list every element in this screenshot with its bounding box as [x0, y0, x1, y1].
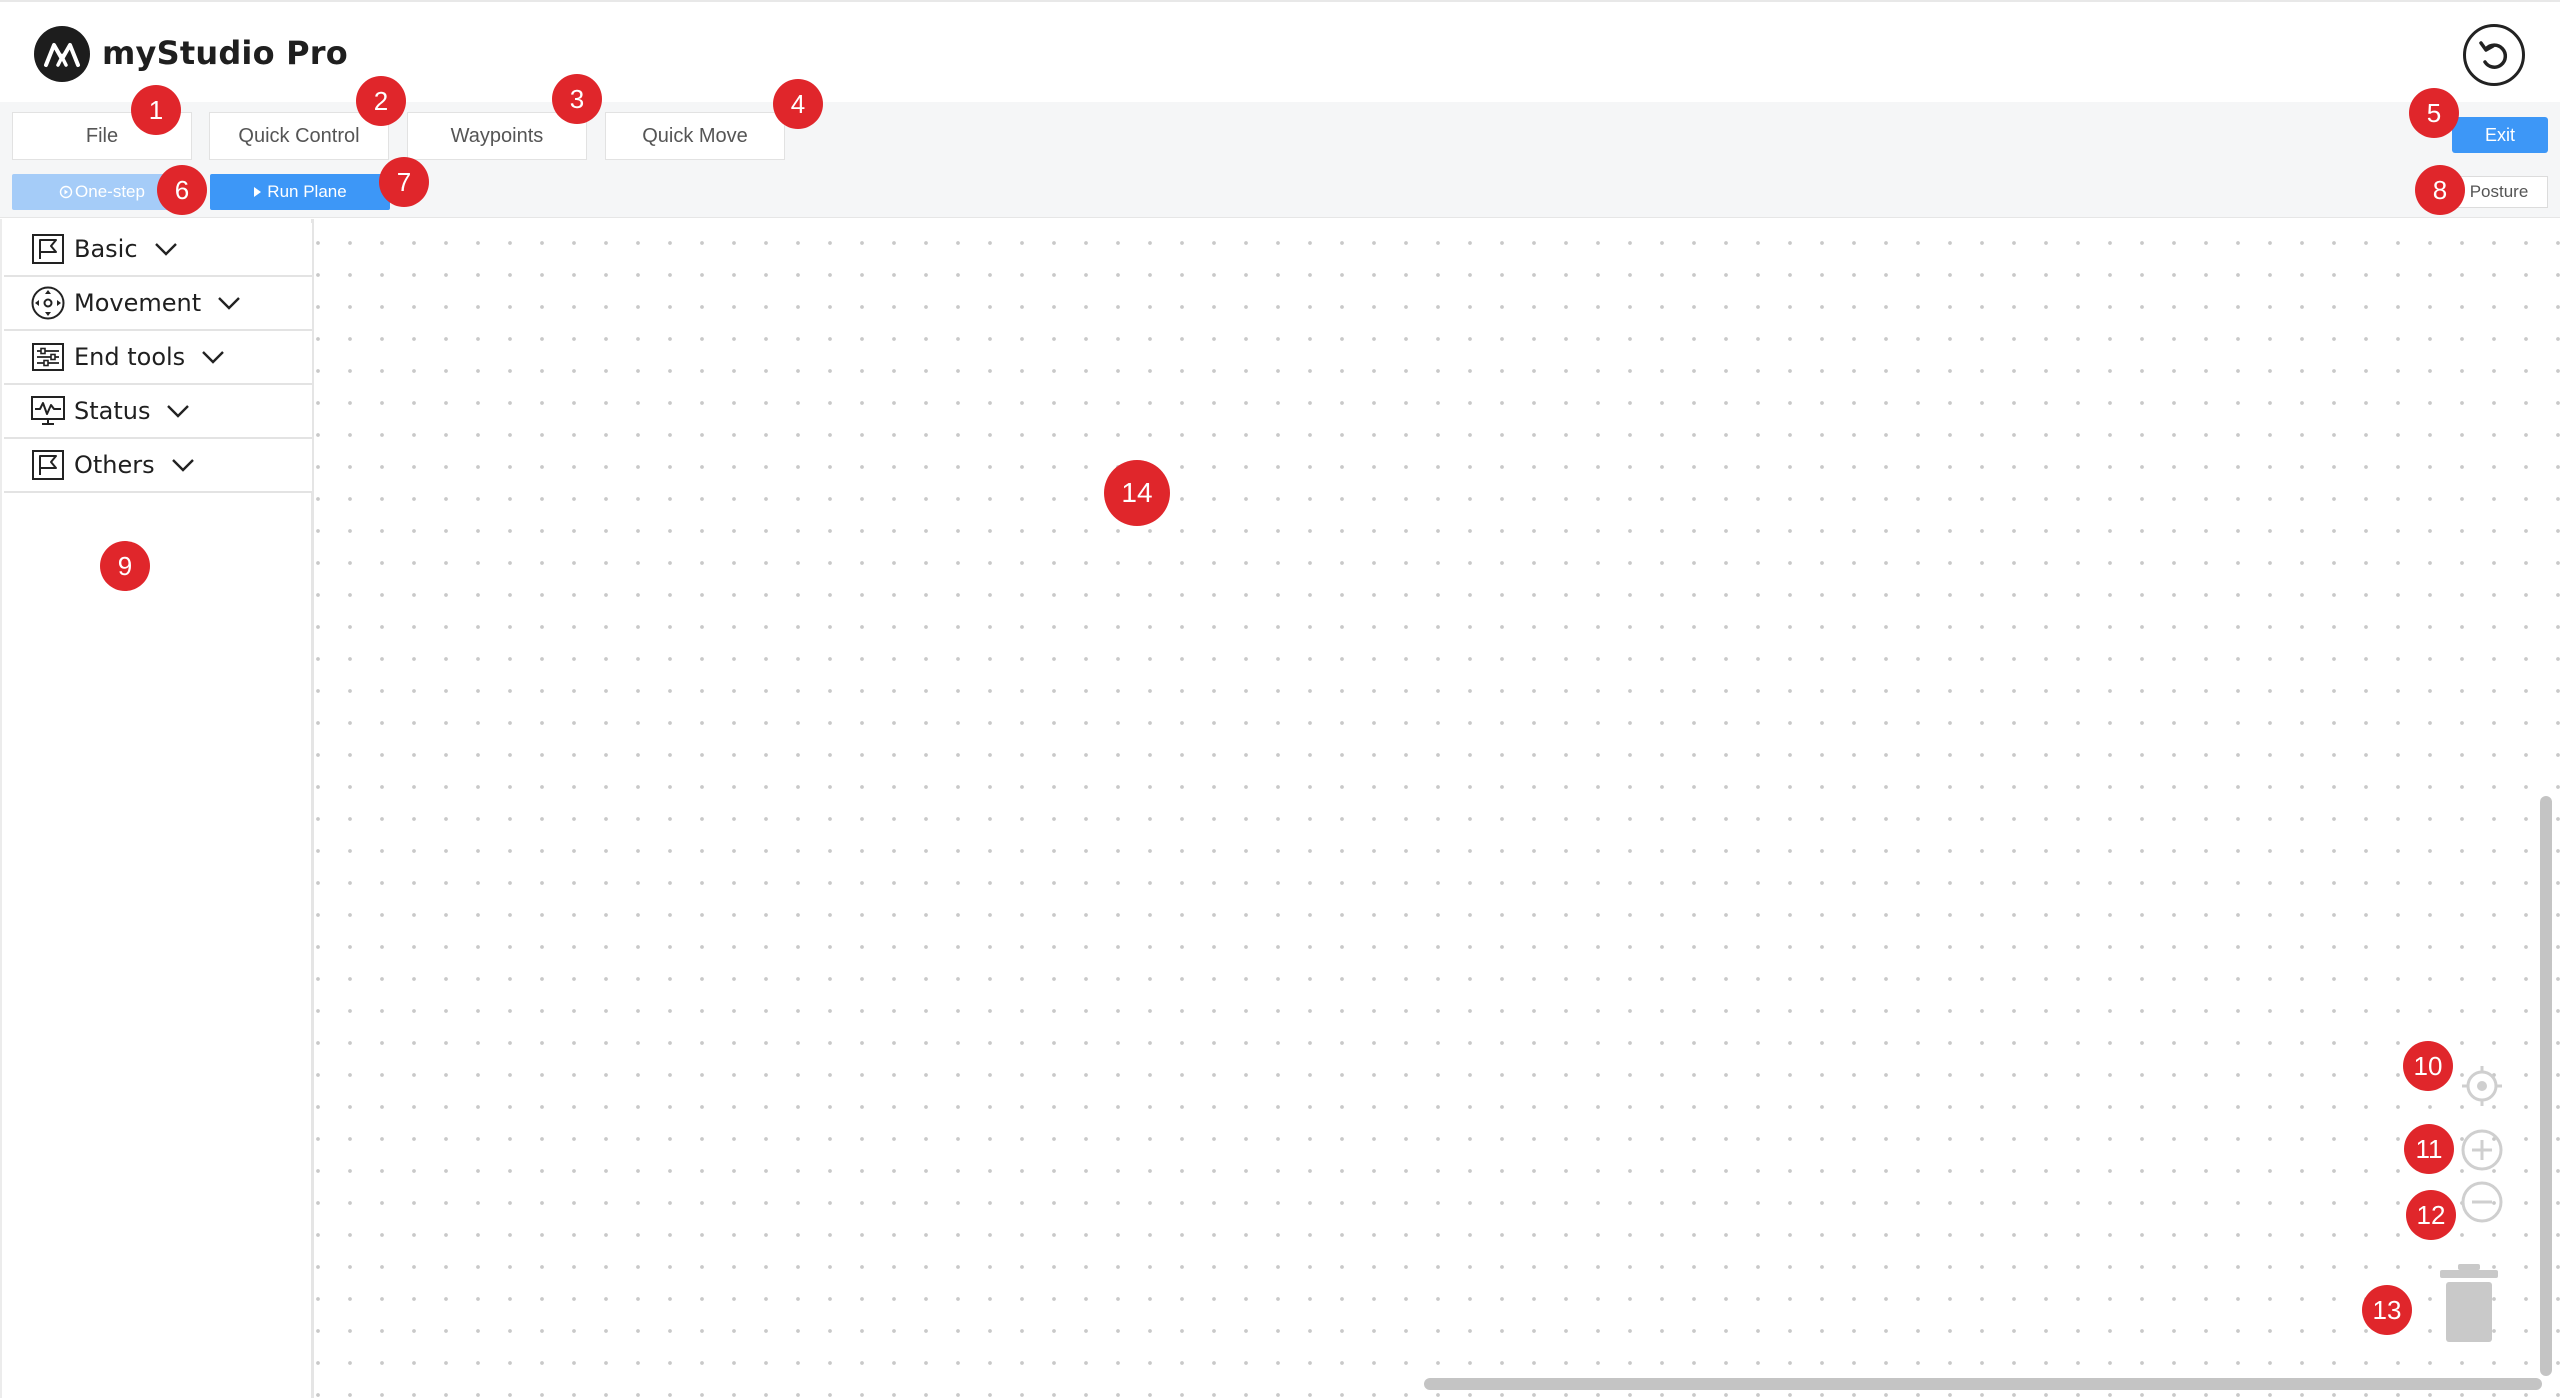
annotation-badge: 6 — [157, 165, 207, 215]
block-category-sidebar: Basic Movement End tools Status Others — [0, 219, 314, 1398]
category-basic[interactable]: Basic — [4, 223, 312, 277]
exit-button[interactable]: Exit — [2452, 117, 2548, 153]
chevron-down-icon — [201, 347, 229, 367]
one-step-label: One-step — [75, 182, 145, 201]
app-logo — [34, 26, 90, 82]
undo-icon — [2479, 41, 2508, 69]
annotation-badge: 12 — [2406, 1190, 2456, 1240]
annotation-badge: 13 — [2362, 1285, 2412, 1335]
annotation-badge: 8 — [2415, 165, 2465, 215]
category-end-tools[interactable]: End tools — [4, 331, 312, 385]
annotation-badge: 5 — [2409, 88, 2459, 138]
chevron-down-icon — [154, 239, 182, 259]
annotation-badge: 1 — [131, 85, 181, 135]
monitor-wave-icon — [30, 393, 66, 429]
annotation-badge: 11 — [2404, 1124, 2454, 1174]
category-label: Movement — [74, 289, 202, 317]
annotation-badge: 14 — [1104, 460, 1170, 526]
undo-button[interactable] — [2463, 24, 2525, 86]
annotation-badge: 3 — [552, 74, 602, 124]
run-plane-label: Run Plane — [267, 182, 347, 201]
vertical-scrollbar[interactable] — [2540, 796, 2552, 1376]
app-title: myStudio Pro — [102, 34, 348, 72]
app-window: myStudio Pro File Quick Control Waypoint… — [0, 0, 2560, 1398]
tab-quick-control[interactable]: Quick Control — [209, 112, 389, 160]
category-movement[interactable]: Movement — [4, 277, 312, 331]
chevron-down-icon — [217, 293, 245, 313]
chevron-down-icon — [166, 401, 194, 421]
tab-waypoints[interactable]: Waypoints — [407, 112, 587, 160]
annotation-badge: 9 — [100, 541, 150, 591]
center-target-icon — [2462, 1066, 2502, 1106]
zoom-in-button[interactable] — [2460, 1128, 2504, 1172]
trash-bin[interactable] — [2436, 1262, 2502, 1344]
play-icon — [254, 187, 262, 197]
run-plane-button[interactable]: Run Plane — [210, 174, 390, 210]
sliders-icon — [30, 339, 66, 375]
annotation-badge: 2 — [356, 76, 406, 126]
zoom-out-button[interactable] — [2460, 1180, 2504, 1224]
tab-quick-move[interactable]: Quick Move — [605, 112, 785, 160]
zoom-in-icon — [2461, 1129, 2503, 1171]
flag-icon — [30, 447, 66, 483]
step-icon — [59, 185, 73, 199]
move-icon — [30, 285, 66, 321]
category-label: Status — [74, 397, 151, 425]
chevron-down-icon — [171, 455, 199, 475]
trash-icon — [2440, 1264, 2498, 1342]
block-canvas[interactable] — [316, 219, 2560, 1398]
center-canvas-button[interactable] — [2460, 1064, 2504, 1108]
horizontal-scrollbar[interactable] — [1424, 1378, 2542, 1390]
category-label: Others — [74, 451, 155, 479]
flag-icon — [30, 231, 66, 267]
zoom-out-icon — [2461, 1181, 2503, 1223]
category-label: End tools — [74, 343, 186, 371]
category-status[interactable]: Status — [4, 385, 312, 439]
category-label: Basic — [74, 235, 138, 263]
annotation-badge: 4 — [773, 79, 823, 129]
annotation-badge: 7 — [379, 157, 429, 207]
annotation-badge: 10 — [2403, 1041, 2453, 1091]
category-others[interactable]: Others — [4, 439, 312, 493]
mystudio-logo-icon — [44, 43, 80, 67]
